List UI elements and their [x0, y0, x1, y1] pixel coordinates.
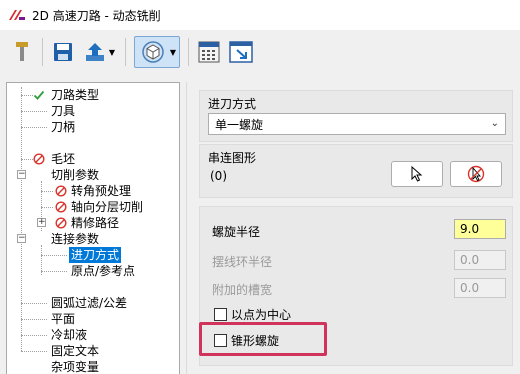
title-bar: 2D 高速刀路 - 动态铣削: [0, 0, 520, 30]
tree-item-toolpath-type[interactable]: 刀路类型: [7, 87, 179, 103]
check-icon: [33, 90, 45, 100]
disabled-icon: [55, 185, 67, 197]
app-logo-icon: [8, 8, 26, 22]
entry-method-label: 进刀方式: [208, 97, 257, 111]
tree-item-label: 平面: [51, 312, 76, 326]
annotation-highlight-box: [199, 322, 327, 356]
tree-item-label: 刀具: [51, 104, 76, 118]
toolbar-separator: [42, 38, 43, 66]
tree-item-label: 轴向分层切削: [71, 200, 144, 214]
disabled-icon: [55, 217, 67, 229]
disabled-icon: [55, 201, 67, 213]
window-title: 2D 高速刀路 - 动态铣削: [32, 8, 161, 23]
window-arrow-icon: [229, 41, 253, 63]
swing-radius-input: 0.0: [454, 250, 506, 270]
tree-item-entry-method[interactable]: 进刀方式: [7, 247, 179, 263]
tree-item-label: 冷却液: [51, 328, 88, 342]
tree-item-label: 转角预处理: [71, 184, 132, 198]
cursor-clear-icon: [467, 165, 485, 183]
tree-item-depth-cuts[interactable]: 轴向分层切削: [7, 199, 179, 215]
calculator-icon: [198, 41, 220, 63]
chain-count: (0): [210, 169, 227, 183]
save-icon: [54, 43, 72, 61]
tree-item-linking-params[interactable]: − 连接参数: [7, 231, 179, 247]
clear-chain-button[interactable]: [450, 161, 502, 187]
tree-item-arc-filter[interactable]: 圆弧过滤/公差: [7, 295, 179, 311]
tree-item-label: 精修路径: [71, 216, 120, 230]
view-cube-icon: [142, 41, 164, 63]
export-dropdown-arrow[interactable]: ▼: [107, 40, 117, 64]
center-on-point-label: 以点为中心: [231, 308, 292, 322]
entry-method-group: 进刀方式 单一螺旋 ⌄: [199, 90, 513, 142]
tree-item-misc-values[interactable]: 杂项变量: [7, 359, 179, 374]
tree-item-coolant[interactable]: 冷却液: [7, 327, 179, 343]
tree-item-label: 进刀方式: [69, 247, 122, 263]
expand-icon[interactable]: +: [37, 218, 46, 227]
tree-item-label: 切削参数: [51, 168, 100, 182]
center-on-point-checkbox[interactable]: 以点为中心: [214, 306, 291, 323]
swing-radius-label: 摆线环半径: [212, 255, 273, 269]
tool-holder-icon: [16, 42, 28, 61]
tree-item-home-ref-points[interactable]: 原点/参考点: [7, 263, 179, 279]
view-button[interactable]: ▼: [134, 36, 180, 68]
parameter-panel: 进刀方式 单一螺旋 ⌄ 串连图形 (0) 螺旋半径 9.0 摆线环半径 0.0 …: [186, 82, 520, 374]
collapse-icon[interactable]: −: [17, 234, 26, 243]
tree-item-label: 毛坯: [51, 152, 76, 166]
entry-method-value: 单一螺旋: [215, 117, 264, 132]
select-chain-button[interactable]: [391, 161, 443, 187]
checkbox-box[interactable]: [214, 308, 227, 321]
extra-slot-width-label: 附加的槽宽: [212, 283, 273, 297]
helix-radius-input[interactable]: 9.0: [454, 219, 506, 239]
tree-item-planes[interactable]: 平面: [7, 311, 179, 327]
tree-item-canned-text[interactable]: 固定文本: [7, 343, 179, 359]
upload-arrow-icon: [86, 43, 104, 61]
export-button[interactable]: [83, 40, 107, 64]
tree-item-corner-preprocess[interactable]: 转角预处理: [7, 183, 179, 199]
tree-item-label: 刀柄: [51, 120, 76, 134]
tree-item-holder[interactable]: 刀柄: [7, 119, 179, 135]
chevron-down-icon: ⌄: [490, 118, 499, 129]
view-dropdown-arrow: ▼: [169, 47, 176, 57]
toolbar-separator: [125, 38, 126, 66]
tree-item-label: 固定文本: [51, 344, 100, 358]
tree-item-tool[interactable]: 刀具: [7, 103, 179, 119]
entry-method-select[interactable]: 单一螺旋 ⌄: [208, 113, 506, 135]
tree-item-cut-params[interactable]: − 切削参数: [7, 167, 179, 183]
window-select-button[interactable]: [229, 40, 253, 64]
helix-radius-label: 螺旋半径: [212, 225, 261, 239]
toolbar-separator: [188, 38, 189, 66]
tool-library-button[interactable]: [10, 40, 34, 64]
cursor-arrow-icon: [411, 166, 423, 182]
tree-item-label: 连接参数: [51, 232, 100, 246]
collapse-icon[interactable]: −: [17, 170, 26, 179]
tree-item-label: 杂项变量: [51, 360, 100, 374]
extra-slot-width-input: 0.0: [454, 278, 506, 298]
tree-item-stock[interactable]: 毛坯: [7, 151, 179, 167]
chain-geometry-group: 串连图形 (0): [199, 144, 513, 198]
toolbar: ▼ ▼: [0, 30, 520, 74]
tree-item-label: 圆弧过滤/公差: [51, 296, 128, 310]
calculator-button[interactable]: [197, 40, 221, 64]
parameter-tree: 刀路类型 刀具 刀柄 毛坯 − 切削参数 转角预处理 轴向分层切削 + 精修路径…: [6, 82, 180, 374]
chain-geometry-label: 串连图形: [208, 151, 257, 165]
disabled-icon: [33, 153, 45, 165]
tree-item-label: 刀路类型: [51, 88, 100, 102]
save-button[interactable]: [51, 40, 75, 64]
tree-item-label: 原点/参考点: [71, 264, 136, 278]
tree-item-finish-passes[interactable]: + 精修路径: [7, 215, 179, 231]
